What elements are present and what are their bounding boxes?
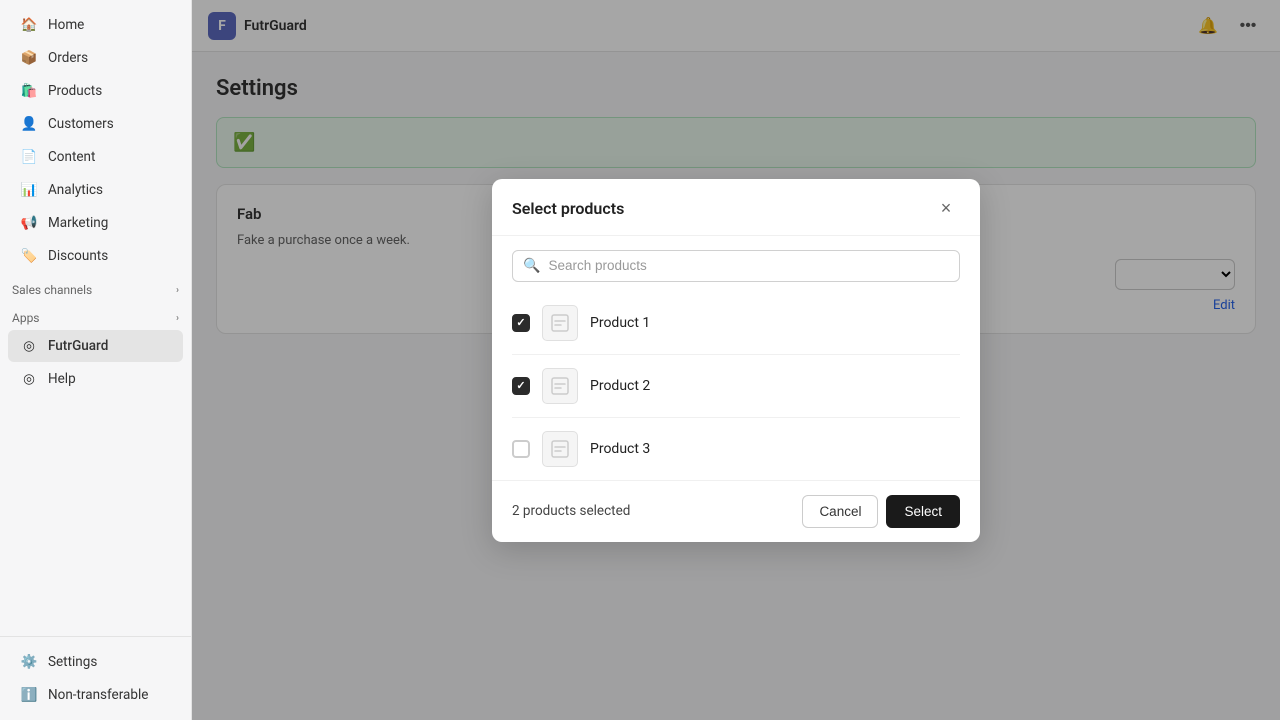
sidebar-label-marketing: Marketing: [48, 215, 108, 231]
sidebar-item-orders[interactable]: 📦 Orders: [8, 42, 183, 74]
settings-icon: ⚙️: [20, 653, 38, 671]
product-thumb-p2: [542, 368, 578, 404]
product-checkbox-p3[interactable]: [512, 440, 530, 458]
marketing-icon: 📢: [20, 214, 38, 232]
footer-buttons: Cancel Select: [802, 495, 960, 528]
main-content: F FutrGuard 🔔 ••• Settings ✅ Fab Fake a …: [192, 0, 1280, 720]
sales-channels-chevron: ›: [176, 285, 179, 296]
list-item[interactable]: Product 3: [512, 418, 960, 480]
sidebar-label-discounts: Discounts: [48, 248, 108, 264]
select-products-modal: Select products × 🔍 Product 1: [492, 179, 980, 542]
modal-overlay[interactable]: Select products × 🔍 Product 1: [192, 0, 1280, 720]
orders-icon: 📦: [20, 49, 38, 67]
cancel-button[interactable]: Cancel: [802, 495, 878, 528]
search-input[interactable]: [548, 258, 949, 273]
sidebar: 🏠 Home 📦 Orders 🛍️ Products 👤 Customers 📄 Content…: [0, 0, 192, 720]
product-name-p1: Product 1: [590, 315, 650, 331]
sidebar-item-products[interactable]: 🛍️ Products: [8, 75, 183, 107]
modal-header: Select products ×: [492, 179, 980, 236]
futrguard-icon: ◎: [20, 337, 38, 355]
analytics-icon: 📊: [20, 181, 38, 199]
product-thumb-p1: [542, 305, 578, 341]
sidebar-item-customers[interactable]: 👤 Customers: [8, 108, 183, 140]
sidebar-item-futrguard[interactable]: ◎ FutrGuard: [8, 330, 183, 362]
sales-channels-section[interactable]: Sales channels ›: [0, 273, 191, 301]
sidebar-item-home[interactable]: 🏠 Home: [8, 9, 183, 41]
sidebar-item-analytics[interactable]: 📊 Analytics: [8, 174, 183, 206]
sidebar-label-settings: Settings: [48, 654, 97, 670]
sidebar-label-futrguard: FutrGuard: [48, 338, 108, 354]
sidebar-item-settings[interactable]: ⚙️ Settings: [8, 646, 183, 678]
product-thumb-p3: [542, 431, 578, 467]
sidebar-label-products: Products: [48, 83, 102, 99]
list-item[interactable]: Product 2: [512, 355, 960, 418]
product-name-p2: Product 2: [590, 378, 650, 394]
modal-footer: 2 products selected Cancel Select: [492, 480, 980, 542]
products-icon: 🛍️: [20, 82, 38, 100]
search-box: 🔍: [512, 250, 960, 282]
select-button[interactable]: Select: [886, 495, 960, 528]
sidebar-item-discounts[interactable]: 🏷️ Discounts: [8, 240, 183, 272]
non-transferable-icon: ℹ️: [20, 686, 38, 704]
home-icon: 🏠: [20, 16, 38, 34]
sidebar-label-help: Help: [48, 371, 76, 387]
customers-icon: 👤: [20, 115, 38, 133]
selected-count: 2 products selected: [512, 503, 630, 519]
sidebar-item-help[interactable]: ◎ Help: [8, 363, 183, 395]
sales-channels-label: Sales channels: [12, 283, 92, 297]
sidebar-label-orders: Orders: [48, 50, 88, 66]
modal-close-button[interactable]: ×: [932, 195, 960, 223]
product-list: Product 1 Product 2 Product 3: [492, 292, 980, 480]
product-checkbox-p1[interactable]: [512, 314, 530, 332]
help-icon: ◎: [20, 370, 38, 388]
list-item[interactable]: Product 1: [512, 292, 960, 355]
search-icon: 🔍: [523, 258, 540, 274]
apps-label: Apps: [12, 311, 40, 325]
sidebar-label-non-transferable: Non-transferable: [48, 687, 148, 703]
sidebar-label-home: Home: [48, 17, 84, 33]
product-name-p3: Product 3: [590, 441, 650, 457]
product-checkbox-p2[interactable]: [512, 377, 530, 395]
discounts-icon: 🏷️: [20, 247, 38, 265]
sidebar-label-content: Content: [48, 149, 95, 165]
apps-chevron: ›: [176, 313, 179, 324]
sidebar-item-non-transferable[interactable]: ℹ️ Non-transferable: [8, 679, 183, 711]
content-icon: 📄: [20, 148, 38, 166]
modal-search-wrap: 🔍: [492, 236, 980, 292]
sidebar-label-customers: Customers: [48, 116, 114, 132]
modal-title: Select products: [512, 199, 624, 218]
sidebar-label-analytics: Analytics: [48, 182, 103, 198]
apps-section[interactable]: Apps ›: [0, 301, 191, 329]
sidebar-item-marketing[interactable]: 📢 Marketing: [8, 207, 183, 239]
sidebar-item-content[interactable]: 📄 Content: [8, 141, 183, 173]
